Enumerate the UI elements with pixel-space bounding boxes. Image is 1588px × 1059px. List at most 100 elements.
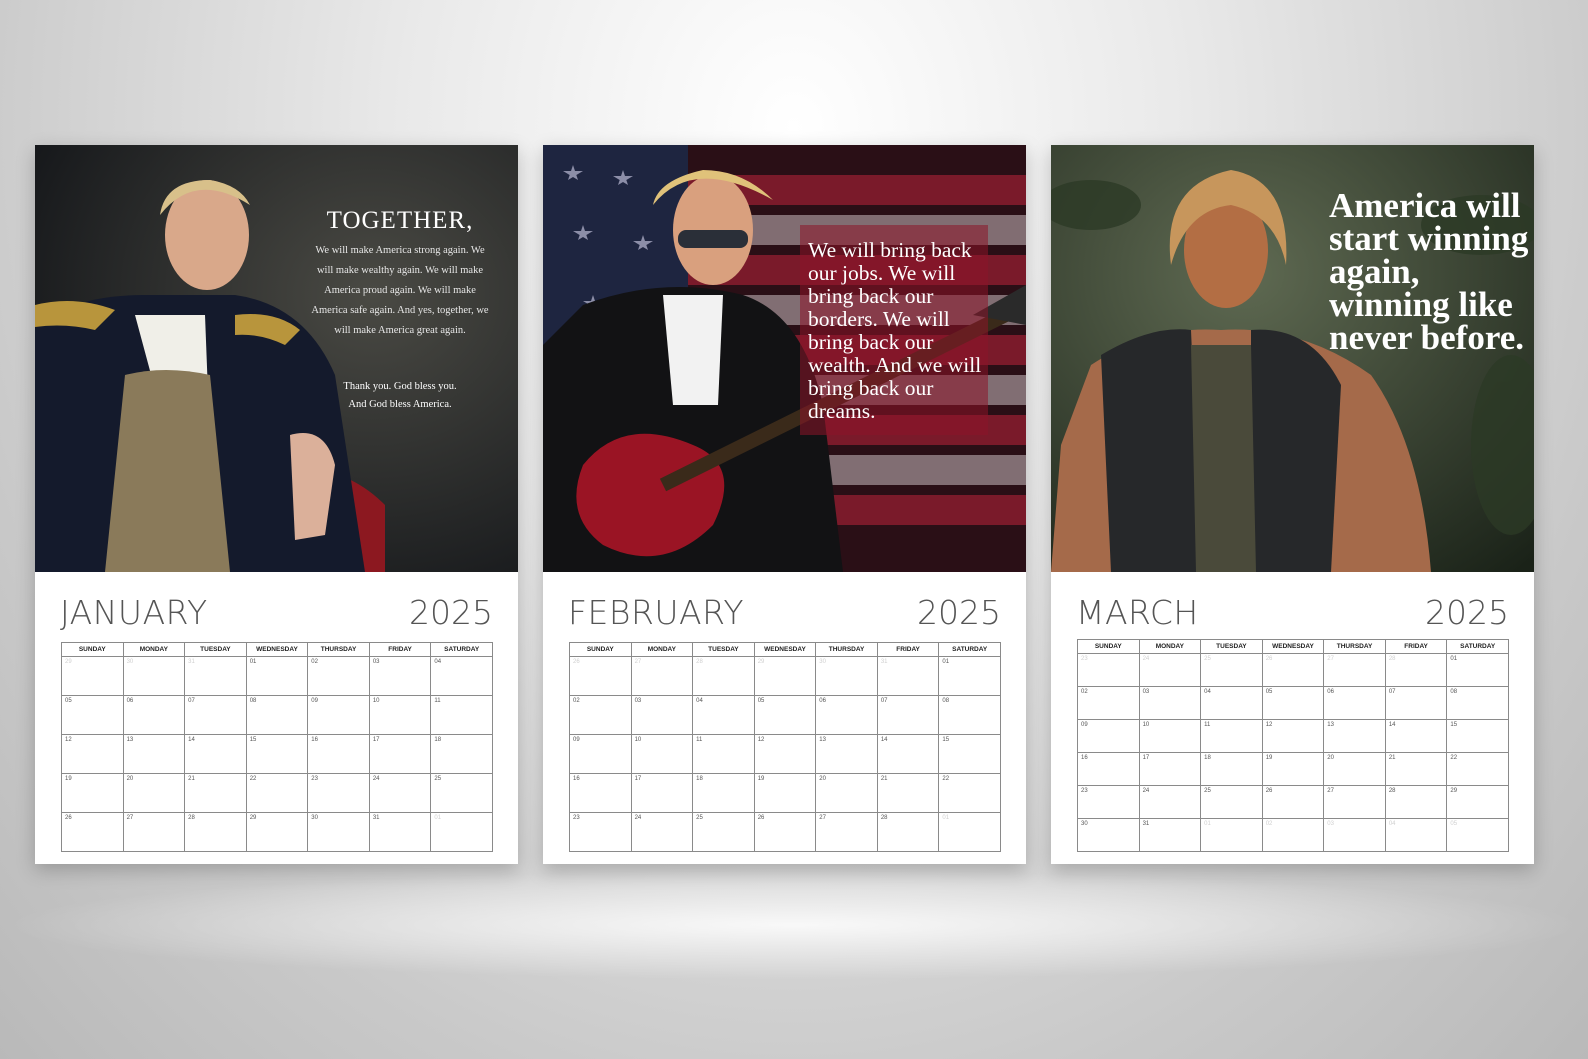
day-cell[interactable]: 27 bbox=[815, 812, 878, 852]
day-cell[interactable]: 19 bbox=[1261, 752, 1325, 786]
day-cell[interactable]: 03 bbox=[1323, 818, 1386, 852]
day-cell[interactable]: 21 bbox=[184, 773, 247, 813]
day-cell[interactable]: 03 bbox=[368, 656, 432, 696]
day-cell[interactable]: 10 bbox=[368, 695, 432, 735]
day-cell[interactable]: 03 bbox=[1138, 686, 1202, 720]
day-cell[interactable]: 21 bbox=[1384, 752, 1448, 786]
day-cell[interactable]: 16 bbox=[307, 734, 370, 774]
day-cell[interactable]: 08 bbox=[245, 695, 309, 735]
day-cell[interactable]: 24 bbox=[368, 773, 432, 813]
day-cell[interactable]: 01 bbox=[938, 812, 1001, 852]
day-cell[interactable]: 05 bbox=[61, 695, 124, 735]
day-cell[interactable]: 09 bbox=[307, 695, 370, 735]
day-cell[interactable]: 22 bbox=[1446, 752, 1509, 786]
day-cell[interactable]: 05 bbox=[1261, 686, 1325, 720]
day-cell[interactable]: 28 bbox=[692, 656, 755, 696]
day-cell[interactable]: 30 bbox=[815, 656, 878, 696]
day-cell[interactable]: 15 bbox=[245, 734, 309, 774]
day-cell[interactable]: 24 bbox=[630, 812, 694, 852]
day-cell[interactable]: 15 bbox=[938, 734, 1001, 774]
day-cell[interactable]: 27 bbox=[1323, 785, 1386, 819]
day-cell[interactable]: 24 bbox=[1138, 653, 1202, 687]
day-cell[interactable]: 27 bbox=[630, 656, 694, 696]
day-cell[interactable]: 17 bbox=[368, 734, 432, 774]
day-cell[interactable]: 16 bbox=[1077, 752, 1140, 786]
day-cell[interactable]: 27 bbox=[1323, 653, 1386, 687]
day-cell[interactable]: 31 bbox=[876, 656, 940, 696]
day-cell[interactable]: 07 bbox=[1384, 686, 1448, 720]
day-cell[interactable]: 21 bbox=[876, 773, 940, 813]
day-cell[interactable]: 26 bbox=[61, 812, 124, 852]
day-cell[interactable]: 26 bbox=[1261, 653, 1325, 687]
day-cell[interactable]: 07 bbox=[876, 695, 940, 735]
day-cell[interactable]: 28 bbox=[1384, 785, 1448, 819]
day-cell[interactable]: 25 bbox=[1200, 653, 1263, 687]
day-cell[interactable]: 25 bbox=[1200, 785, 1263, 819]
day-cell[interactable]: 30 bbox=[122, 656, 186, 696]
day-cell[interactable]: 01 bbox=[430, 812, 493, 852]
day-cell[interactable]: 10 bbox=[630, 734, 694, 774]
day-cell[interactable]: 31 bbox=[368, 812, 432, 852]
day-cell[interactable]: 01 bbox=[1446, 653, 1509, 687]
day-cell[interactable]: 28 bbox=[876, 812, 940, 852]
day-cell[interactable]: 04 bbox=[1384, 818, 1448, 852]
day-cell[interactable]: 17 bbox=[1138, 752, 1202, 786]
day-cell[interactable]: 05 bbox=[1446, 818, 1509, 852]
day-cell[interactable]: 08 bbox=[938, 695, 1001, 735]
day-cell[interactable]: 24 bbox=[1138, 785, 1202, 819]
day-cell[interactable]: 30 bbox=[307, 812, 370, 852]
day-cell[interactable]: 29 bbox=[1446, 785, 1509, 819]
day-cell[interactable]: 07 bbox=[184, 695, 247, 735]
day-cell[interactable]: 29 bbox=[753, 656, 817, 696]
day-cell[interactable]: 06 bbox=[122, 695, 186, 735]
day-cell[interactable]: 13 bbox=[122, 734, 186, 774]
day-cell[interactable]: 11 bbox=[1200, 719, 1263, 753]
day-cell[interactable]: 01 bbox=[1200, 818, 1263, 852]
day-cell[interactable]: 23 bbox=[307, 773, 370, 813]
day-cell[interactable]: 06 bbox=[1323, 686, 1386, 720]
day-cell[interactable]: 20 bbox=[122, 773, 186, 813]
day-cell[interactable]: 04 bbox=[692, 695, 755, 735]
day-cell[interactable]: 29 bbox=[61, 656, 124, 696]
day-cell[interactable]: 26 bbox=[569, 656, 632, 696]
day-cell[interactable]: 18 bbox=[430, 734, 493, 774]
day-cell[interactable]: 23 bbox=[1077, 785, 1140, 819]
day-cell[interactable]: 23 bbox=[1077, 653, 1140, 687]
day-cell[interactable]: 28 bbox=[184, 812, 247, 852]
day-cell[interactable]: 14 bbox=[876, 734, 940, 774]
day-cell[interactable]: 19 bbox=[61, 773, 124, 813]
day-cell[interactable]: 25 bbox=[692, 812, 755, 852]
day-cell[interactable]: 13 bbox=[1323, 719, 1386, 753]
day-cell[interactable]: 09 bbox=[569, 734, 632, 774]
day-cell[interactable]: 27 bbox=[122, 812, 186, 852]
day-cell[interactable]: 30 bbox=[1077, 818, 1140, 852]
day-cell[interactable]: 04 bbox=[1200, 686, 1263, 720]
day-cell[interactable]: 11 bbox=[692, 734, 755, 774]
day-cell[interactable]: 12 bbox=[753, 734, 817, 774]
day-cell[interactable]: 02 bbox=[1261, 818, 1325, 852]
day-cell[interactable]: 26 bbox=[753, 812, 817, 852]
day-cell[interactable]: 12 bbox=[61, 734, 124, 774]
day-cell[interactable]: 06 bbox=[815, 695, 878, 735]
day-cell[interactable]: 01 bbox=[938, 656, 1001, 696]
day-cell[interactable]: 03 bbox=[630, 695, 694, 735]
day-cell[interactable]: 20 bbox=[815, 773, 878, 813]
day-cell[interactable]: 25 bbox=[430, 773, 493, 813]
day-cell[interactable]: 14 bbox=[184, 734, 247, 774]
day-cell[interactable]: 01 bbox=[245, 656, 309, 696]
day-cell[interactable]: 29 bbox=[245, 812, 309, 852]
day-cell[interactable]: 04 bbox=[430, 656, 493, 696]
day-cell[interactable]: 18 bbox=[1200, 752, 1263, 786]
day-cell[interactable]: 20 bbox=[1323, 752, 1386, 786]
day-cell[interactable]: 13 bbox=[815, 734, 878, 774]
day-cell[interactable]: 05 bbox=[753, 695, 817, 735]
day-cell[interactable]: 02 bbox=[307, 656, 370, 696]
day-cell[interactable]: 23 bbox=[569, 812, 632, 852]
day-cell[interactable]: 11 bbox=[430, 695, 493, 735]
day-cell[interactable]: 15 bbox=[1446, 719, 1509, 753]
day-cell[interactable]: 14 bbox=[1384, 719, 1448, 753]
day-cell[interactable]: 31 bbox=[184, 656, 247, 696]
day-cell[interactable]: 18 bbox=[692, 773, 755, 813]
day-cell[interactable]: 10 bbox=[1138, 719, 1202, 753]
day-cell[interactable]: 31 bbox=[1138, 818, 1202, 852]
